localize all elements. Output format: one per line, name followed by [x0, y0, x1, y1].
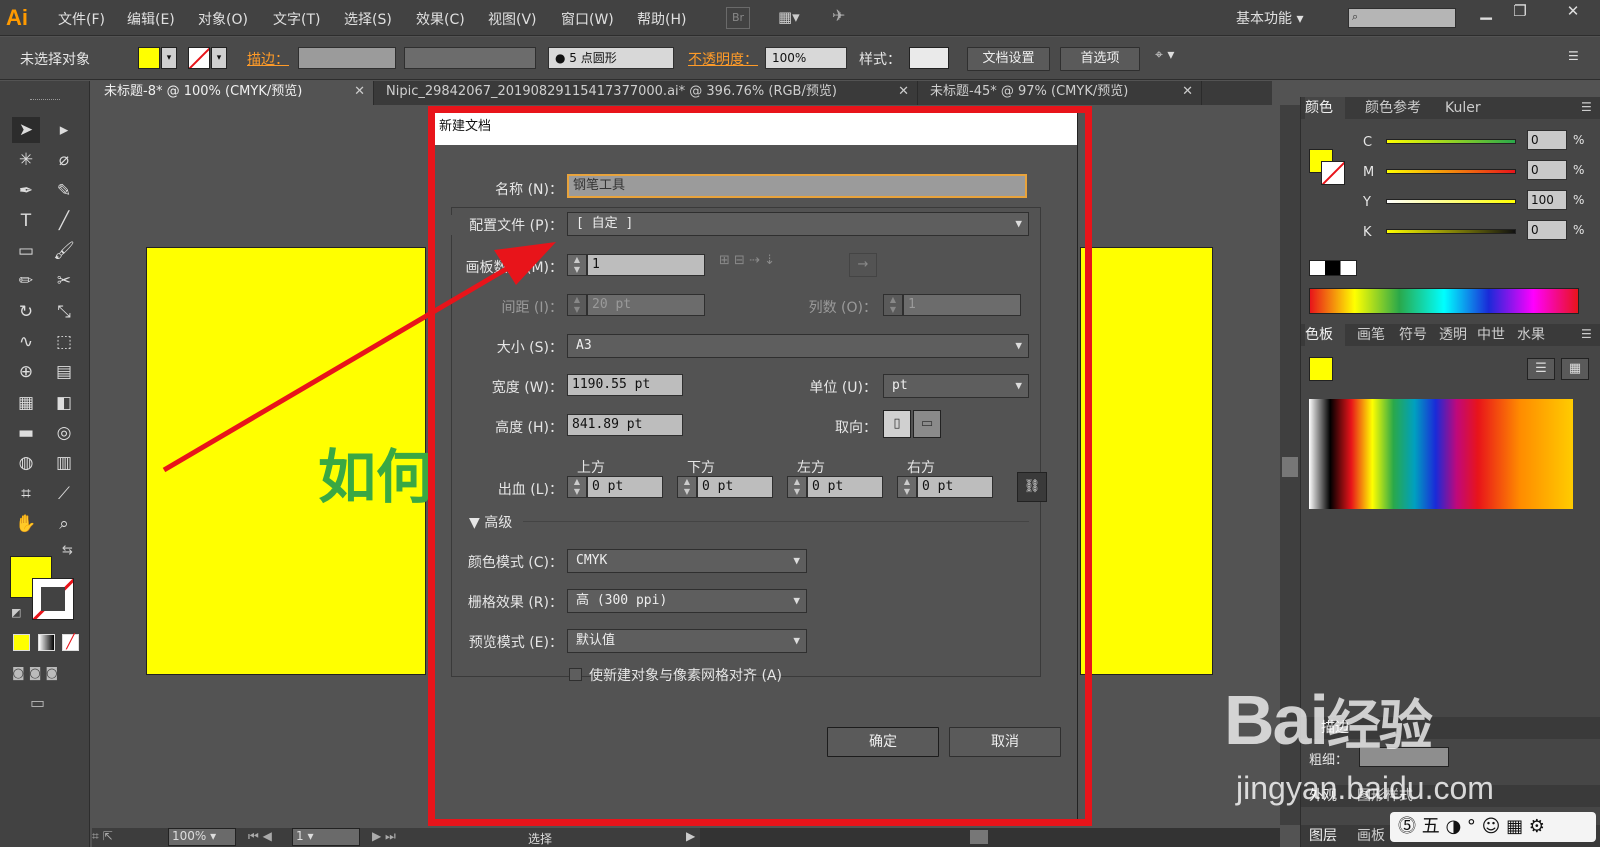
- watermark-text2: 经验: [1326, 696, 1433, 756]
- watermark-url: jingyan.baidu.com: [1236, 770, 1494, 806]
- arrow-line: [162, 265, 510, 473]
- watermark-logo: Bai经验: [1224, 680, 1433, 760]
- ime-toolbar[interactable]: ⓹ 五 ◑ ° ☺ ▦ ⚙: [1390, 812, 1596, 842]
- arrow-head: [494, 242, 556, 285]
- watermark-text: Bai: [1224, 681, 1329, 759]
